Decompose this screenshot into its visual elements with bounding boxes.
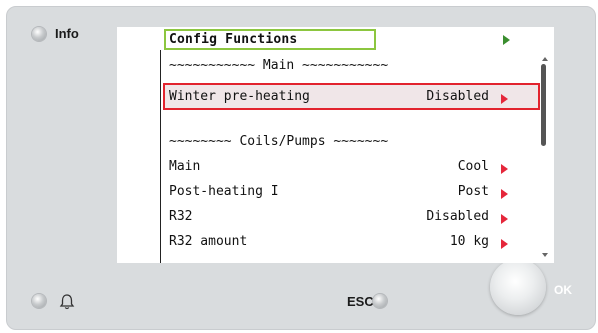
ok-label: OK bbox=[554, 283, 572, 297]
menu-item-value: Post bbox=[457, 184, 489, 199]
scroll-down-icon[interactable] bbox=[542, 253, 548, 257]
info-button[interactable] bbox=[32, 27, 46, 41]
coils-section-separator: ~~~~~~~~ Coils/Pumps ~~~~~~~ bbox=[169, 134, 389, 149]
menu-item-main[interactable]: Main Cool bbox=[169, 159, 508, 179]
menu-item-value: Cool bbox=[457, 159, 489, 174]
expand-arrow-icon[interactable] bbox=[501, 214, 508, 224]
info-label: Info bbox=[55, 26, 79, 41]
esc-button[interactable] bbox=[373, 294, 387, 308]
expand-arrow-icon[interactable] bbox=[501, 94, 508, 104]
menu-item-value: 10 kg bbox=[449, 234, 489, 249]
expand-arrow-icon[interactable] bbox=[501, 164, 508, 174]
scroll-up-icon[interactable] bbox=[542, 57, 548, 61]
menu-item-value: Disabled bbox=[426, 89, 489, 104]
expand-arrow-icon[interactable] bbox=[501, 189, 508, 199]
esc-label: ESC bbox=[347, 294, 374, 309]
menu-item-post-heating[interactable]: Post-heating I Post bbox=[169, 184, 508, 204]
menu-item-r32-amount[interactable]: R32 amount 10 kg bbox=[169, 234, 508, 254]
menu-item-value: Disabled bbox=[426, 209, 489, 224]
menu-item-label: R32 amount bbox=[169, 234, 248, 249]
menu-item-label: R32 bbox=[169, 209, 193, 224]
alarm-button[interactable] bbox=[32, 294, 46, 308]
main-section-separator: ~~~~~~~~~~~ Main ~~~~~~~~~~~ bbox=[169, 58, 389, 73]
display-screen: Config Functions ~~~~~~~~~~~ Main ~~~~~~… bbox=[117, 27, 554, 263]
screen-title: Config Functions bbox=[169, 32, 298, 47]
menu-item-winter-pre-heating[interactable]: Winter pre-heating Disabled bbox=[169, 89, 508, 109]
menu-item-label: Winter pre-heating bbox=[169, 89, 310, 104]
menu-item-label: Post-heating I bbox=[169, 184, 279, 199]
next-page-arrow-icon[interactable] bbox=[503, 35, 510, 45]
ok-knob[interactable] bbox=[490, 259, 546, 315]
menu-item-r32[interactable]: R32 Disabled bbox=[169, 209, 508, 229]
menu-item-label: Main bbox=[169, 159, 201, 174]
menu-left-border bbox=[160, 50, 161, 263]
expand-arrow-icon[interactable] bbox=[501, 239, 508, 249]
scrollbar-thumb[interactable] bbox=[541, 64, 546, 146]
bell-icon bbox=[59, 294, 75, 310]
